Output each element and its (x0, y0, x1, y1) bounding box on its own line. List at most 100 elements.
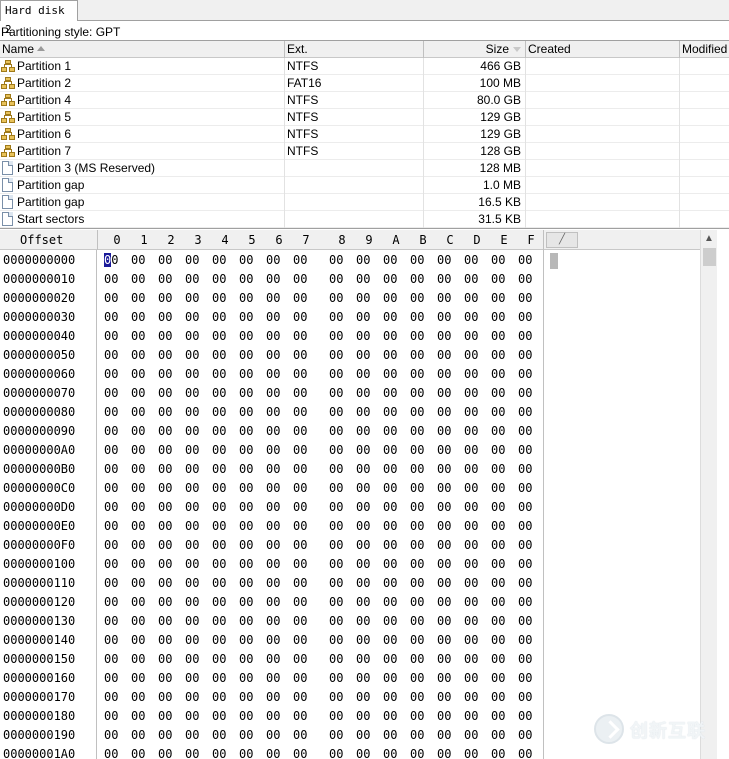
hex-byte[interactable]: 00 (464, 536, 480, 555)
table-row[interactable]: Partition 3 (MS Reserved) 128 MB (0, 160, 729, 177)
hex-byte[interactable]: 00 (518, 650, 534, 669)
hex-byte[interactable]: 00 (356, 707, 372, 726)
hex-byte[interactable]: 00 (491, 612, 507, 631)
hex-byte[interactable]: 00 (104, 745, 120, 759)
hex-byte[interactable]: 00 (518, 593, 534, 612)
hex-byte[interactable]: 00 (158, 479, 174, 498)
hex-row[interactable]: 0000000070 00 00 00 00 00 00 00 00 00 00 00 00 00 00 00… (0, 384, 543, 403)
hex-byte[interactable]: 00 (266, 555, 282, 574)
hex-byte[interactable]: 00 (437, 479, 453, 498)
hex-byte[interactable]: 00 (266, 308, 282, 327)
hex-byte[interactable]: 00 (212, 650, 228, 669)
hex-byte[interactable]: 00 (158, 308, 174, 327)
hex-byte[interactable]: 00 (383, 517, 399, 536)
hex-byte[interactable]: 00 (239, 688, 255, 707)
hex-byte[interactable]: 00 (131, 555, 147, 574)
hex-byte[interactable]: 00 (104, 707, 120, 726)
hex-byte[interactable]: 00 (383, 441, 399, 460)
hex-byte[interactable]: 00 (293, 536, 309, 555)
hex-byte[interactable]: 00 (491, 403, 507, 422)
hex-byte[interactable]: 00 (239, 289, 255, 308)
hex-byte[interactable]: 00 (185, 707, 201, 726)
hex-byte[interactable]: 00 (185, 631, 201, 650)
hex-row[interactable]: 0000000140 00 00 00 00 00 00 00 00 00 00 00 00 00 00 00… (0, 631, 543, 650)
column-header-created[interactable]: Created (526, 41, 680, 58)
hex-byte[interactable]: 00 (329, 308, 345, 327)
hex-byte[interactable]: 00 (104, 517, 120, 536)
hex-byte[interactable]: 00 (239, 726, 255, 745)
hex-byte[interactable]: 00 (491, 441, 507, 460)
hex-byte[interactable]: 00 (293, 327, 309, 346)
table-row[interactable]: Partition gap 16.5 KB (0, 194, 729, 211)
hex-byte[interactable]: 00 (464, 593, 480, 612)
hex-byte[interactable]: 00 (212, 403, 228, 422)
hex-byte[interactable]: 00 (491, 251, 507, 270)
hex-byte[interactable]: 00 (329, 289, 345, 308)
hex-byte[interactable]: 00 (356, 479, 372, 498)
hex-byte[interactable]: 00 (410, 688, 426, 707)
hex-byte[interactable]: 00 (131, 612, 147, 631)
hex-byte[interactable]: 00 (491, 346, 507, 365)
hex-byte[interactable]: 00 (356, 498, 372, 517)
hex-byte[interactable]: 00 (356, 346, 372, 365)
hex-byte[interactable]: 00 (158, 669, 174, 688)
hex-byte[interactable]: 00 (104, 308, 120, 327)
hex-byte[interactable]: 00 (437, 384, 453, 403)
hex-byte[interactable]: 00 (518, 479, 534, 498)
hex-row[interactable]: 0000000160 00 00 00 00 00 00 00 00 00 00 00 00 00 00 00… (0, 669, 543, 688)
hex-byte[interactable]: 00 (266, 726, 282, 745)
hex-byte[interactable]: 00 (158, 441, 174, 460)
hex-byte[interactable]: 00 (131, 384, 147, 403)
hex-byte[interactable]: 00 (239, 707, 255, 726)
hex-byte[interactable]: 00 (410, 365, 426, 384)
hex-byte[interactable]: 00 (356, 745, 372, 759)
hex-byte[interactable]: 00 (293, 745, 309, 759)
hex-byte[interactable]: 00 (266, 251, 282, 270)
hex-byte[interactable]: 00 (518, 422, 534, 441)
hex-byte[interactable]: 00 (185, 726, 201, 745)
hex-byte[interactable]: 00 (239, 460, 255, 479)
hex-byte[interactable]: 00 (410, 479, 426, 498)
hex-byte[interactable]: 00 (266, 403, 282, 422)
hex-byte[interactable]: 00 (518, 251, 534, 270)
hex-row[interactable]: 0000000100 00 00 00 00 00 00 00 00 00 00 00 00 00 00 00… (0, 555, 543, 574)
hex-byte[interactable]: 00 (410, 726, 426, 745)
table-row[interactable]: Partition 5 NTFS 129 GB (0, 109, 729, 126)
hex-byte[interactable]: 00 (293, 289, 309, 308)
hex-byte[interactable]: 00 (383, 536, 399, 555)
hex-byte[interactable]: 00 (239, 384, 255, 403)
hex-byte[interactable]: 00 (266, 612, 282, 631)
hex-byte[interactable]: 00 (185, 403, 201, 422)
hex-byte[interactable]: 00 (158, 403, 174, 422)
hex-byte[interactable]: 00 (410, 498, 426, 517)
hex-byte[interactable]: 00 (266, 270, 282, 289)
hex-byte[interactable]: 00 (410, 574, 426, 593)
hex-byte[interactable]: 00 (383, 479, 399, 498)
hex-byte[interactable]: 00 (329, 517, 345, 536)
hex-byte[interactable]: 00 (437, 289, 453, 308)
hex-row[interactable]: 0000000010 00 00 00 00 00 00 00 00 00 00 00 00 00 00 00… (0, 270, 543, 289)
hex-byte[interactable]: 00 (410, 384, 426, 403)
hex-byte[interactable]: 00 (464, 707, 480, 726)
hex-byte[interactable]: 00 (356, 422, 372, 441)
hex-byte[interactable]: 00 (131, 745, 147, 759)
hex-byte[interactable]: 00 (131, 726, 147, 745)
hex-byte[interactable]: 00 (383, 327, 399, 346)
hex-byte[interactable]: 00 (158, 631, 174, 650)
hex-byte[interactable]: 00 (158, 707, 174, 726)
hex-byte[interactable]: 00 (212, 422, 228, 441)
hex-byte[interactable]: 00 (185, 422, 201, 441)
hex-byte[interactable]: 00 (464, 384, 480, 403)
hex-byte[interactable]: 00 (329, 479, 345, 498)
hex-byte[interactable]: 00 (356, 631, 372, 650)
hex-byte[interactable]: 00 (185, 441, 201, 460)
hex-byte[interactable]: 00 (437, 669, 453, 688)
hex-byte[interactable]: 00 (158, 346, 174, 365)
hex-byte[interactable]: 00 (158, 517, 174, 536)
hex-byte[interactable]: 00 (464, 631, 480, 650)
hex-byte[interactable]: 00 (212, 593, 228, 612)
hex-byte[interactable]: 00 (293, 593, 309, 612)
hex-byte[interactable]: 00 (266, 593, 282, 612)
hex-byte[interactable]: 00 (518, 365, 534, 384)
hex-byte[interactable]: 00 (104, 612, 120, 631)
